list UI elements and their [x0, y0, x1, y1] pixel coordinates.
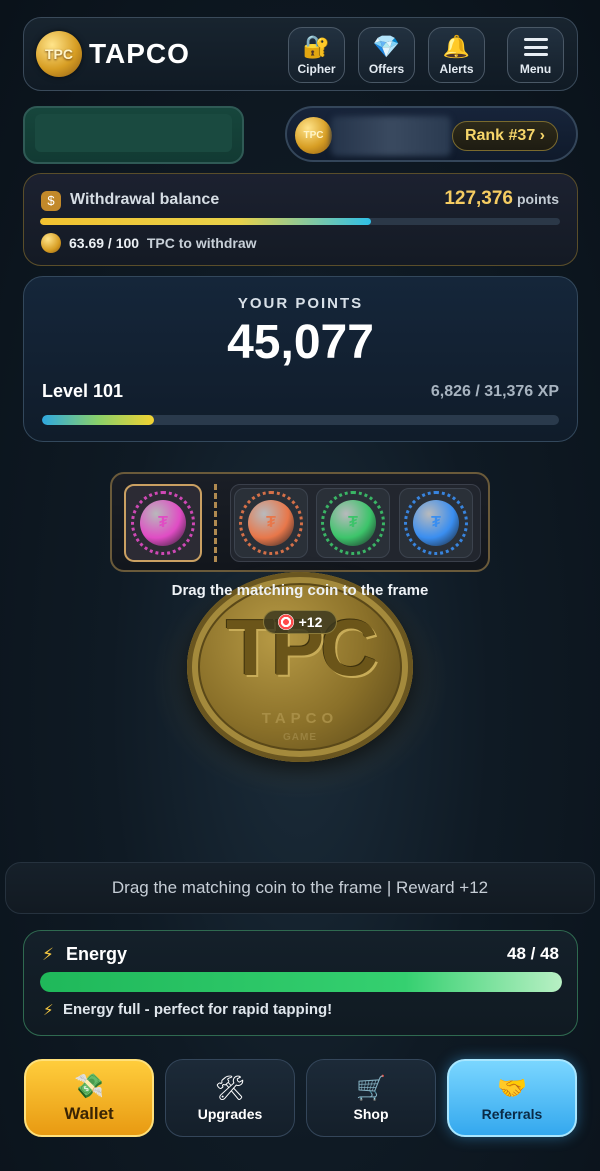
energy-message: Energy full - perfect for rapid tapping!	[63, 1001, 333, 1018]
green-coin[interactable]: ₮	[321, 491, 385, 555]
points-value: 45,077	[227, 316, 374, 369]
lightning-icon: ⚡	[43, 1002, 54, 1019]
tap-coin-ring-text: TAPCO	[261, 710, 339, 727]
alerts-label: Alerts	[439, 62, 474, 76]
coin-slot-green[interactable]: ₮	[316, 488, 390, 558]
alerts-button[interactable]: 🔔 Alerts	[428, 27, 485, 83]
menu-button[interactable]: Menu	[507, 27, 564, 83]
xp-progress-track	[42, 415, 559, 425]
tools-icon: 🛠	[214, 1075, 246, 1102]
energy-card: ⚡ Energy 48 / 48 ⚡ Energy full - perfect…	[23, 930, 578, 1036]
nav-upgrades-label: Upgrades	[197, 1106, 263, 1122]
target-icon	[277, 614, 294, 630]
energy-progress-fill	[40, 972, 562, 992]
tpc-coin-icon: TPC	[295, 117, 332, 154]
nav-wallet-label: Wallet	[64, 1104, 114, 1123]
status-bar: Drag the matching coin to the frame | Re…	[5, 862, 595, 914]
tap-coin[interactable]: TPC TAPCO GAME	[187, 572, 413, 762]
withdrawal-value: 127,376 points	[444, 188, 559, 209]
target-pink-coin: ₮	[131, 491, 195, 555]
withdrawal-progress-fill	[40, 218, 372, 225]
coin-slot-orange[interactable]: ₮	[234, 488, 308, 558]
orange-coin[interactable]: ₮	[239, 491, 303, 555]
energy-value: 48 / 48	[507, 944, 559, 963]
target-frame[interactable]: ₮	[124, 484, 202, 562]
dashed-divider	[214, 484, 217, 562]
blue-coin[interactable]: ₮	[404, 491, 468, 555]
cipher-button[interactable]: 🔐 Cipher	[288, 27, 345, 83]
profile-rank-pill[interactable]: TPC Rank #37 ›	[285, 106, 578, 162]
withdrawal-progress-track	[40, 218, 560, 225]
bell-icon: 🔔	[442, 34, 471, 59]
top-header: TPC TAPCO 🔐 Cipher 💎 Offers 🔔 Alerts Men…	[23, 17, 578, 91]
nav-referrals-button[interactable]: 🤝 Referrals	[447, 1059, 577, 1137]
gold-coin-icon	[41, 233, 61, 253]
status-text: Drag the matching coin to the frame | Re…	[111, 878, 489, 897]
blurred-username	[331, 116, 451, 156]
nav-shop-label: Shop	[353, 1106, 389, 1122]
puzzle-hint: Drag the matching coin to the frame	[171, 582, 429, 599]
withdrawal-title: Withdrawal balance	[70, 191, 220, 208]
offers-button[interactable]: 💎 Offers	[358, 27, 415, 83]
points-card: YOUR POINTS 45,077 Level 101 6,826 / 31,…	[23, 276, 578, 442]
energy-title: Energy	[66, 944, 128, 964]
nav-referrals-label: Referrals	[481, 1106, 543, 1122]
money-icon: 💸	[74, 1073, 104, 1100]
diamond-icon: 💎	[372, 34, 401, 59]
lightning-icon: ⚡	[42, 945, 54, 964]
withdrawal-balance-card[interactable]: $ Withdrawal balance 127,376 points 63.69…	[23, 173, 578, 266]
offers-label: Offers	[368, 62, 405, 76]
handshake-icon: 🤝	[497, 1075, 527, 1102]
withdrawal-progress-text: 63.69 / 100 TPC to withdraw	[69, 235, 257, 251]
coin-match-puzzle: ₮ ₮ ₮ ₮	[110, 472, 490, 572]
level-label: Level 101	[42, 381, 124, 401]
points-title: YOUR POINTS	[237, 295, 364, 312]
menu-label: Menu	[519, 62, 552, 76]
coin-slot-blue[interactable]: ₮	[399, 488, 473, 558]
xp-readout: 6,826 / 31,376 XP	[430, 383, 559, 400]
energy-progress-track	[40, 972, 562, 992]
rank-badge[interactable]: Rank #37 ›	[451, 121, 558, 151]
brand-title: TAPCO	[89, 38, 190, 69]
tap-coin-sub-text: GAME	[283, 732, 317, 743]
lock-key-icon: 🔐	[302, 34, 331, 59]
hamburger-icon	[523, 38, 548, 56]
cipher-label: Cipher	[297, 62, 336, 76]
xp-progress-fill	[42, 415, 155, 425]
cart-icon: 🛒	[356, 1075, 386, 1102]
reward-badge: +12	[263, 610, 337, 634]
coin-tray: ₮ ₮ ₮	[230, 484, 481, 562]
nav-upgrades-button[interactable]: 🛠 Upgrades	[165, 1059, 295, 1137]
tpc-logo-coin: TPC	[36, 31, 82, 77]
placeholder-green-panel[interactable]	[23, 106, 244, 164]
nav-shop-button[interactable]: 🛒 Shop	[306, 1059, 436, 1137]
nav-wallet-button[interactable]: 💸 Wallet	[24, 1059, 154, 1137]
money-bag-icon: $	[41, 191, 61, 211]
green-panel-content	[35, 114, 232, 152]
